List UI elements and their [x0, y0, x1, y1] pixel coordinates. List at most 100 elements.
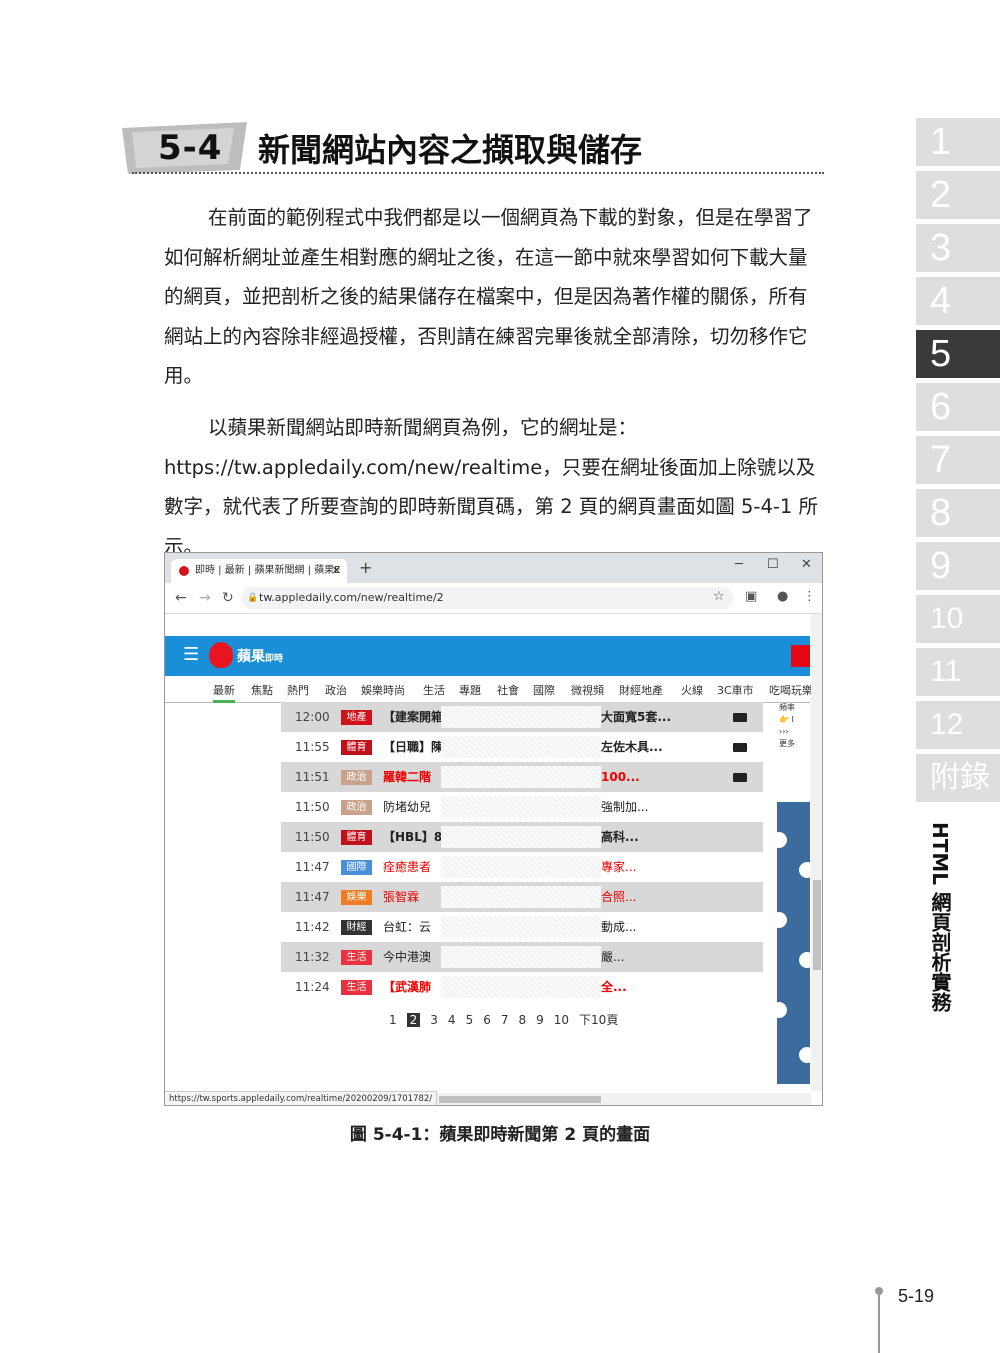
news-headline-end[interactable]: 大面寬5套...: [601, 702, 671, 732]
site-logo-text: 蘋果: [237, 649, 265, 665]
news-row[interactable]: 11:47 娛樂 張智霖 合照...: [281, 882, 763, 912]
hamburger-menu-icon[interactable]: ☰: [183, 644, 199, 665]
page-link[interactable]: 8: [518, 1013, 526, 1027]
new-tab-button[interactable]: +: [359, 558, 372, 577]
tab-close-icon[interactable]: ✕: [332, 559, 341, 583]
news-category-badge[interactable]: 財經: [341, 920, 372, 935]
right-sidebar-ad[interactable]: [771, 802, 815, 1084]
category-item[interactable]: 政治: [325, 682, 347, 698]
page-link[interactable]: 10: [554, 1013, 569, 1027]
news-category-badge[interactable]: 體育: [341, 830, 372, 845]
horizontal-scroll-thumb[interactable]: [439, 1096, 601, 1103]
vertical-scroll-thumb[interactable]: [813, 880, 821, 970]
page-link[interactable]: 下10頁: [579, 1011, 618, 1028]
blurred-text: [441, 826, 601, 848]
news-row[interactable]: 11:47 國際 痊癒患者 專家...: [281, 852, 763, 882]
vertical-scrollbar[interactable]: [811, 614, 822, 1091]
news-category-badge[interactable]: 生活: [341, 950, 372, 965]
news-row[interactable]: 11:50 體育 【HBL】8 高科...: [281, 822, 763, 852]
window-close-button[interactable]: ✕: [801, 557, 812, 572]
news-headline-end[interactable]: 專家...: [601, 852, 636, 882]
news-headline-start[interactable]: 【武漢肺: [383, 972, 431, 1002]
news-category-badge[interactable]: 地產: [341, 710, 372, 725]
url-field[interactable]: 🔒 tw.appledaily.com/new/realtime/2: [241, 587, 733, 609]
right-sidebar-text: 頻率 👉 I ››› 更多: [777, 702, 810, 750]
category-item[interactable]: 娛樂時尚: [361, 682, 405, 698]
category-item[interactable]: 3C車市: [717, 682, 754, 698]
page-link[interactable]: 4: [448, 1013, 456, 1027]
horizontal-scrollbar[interactable]: [437, 1093, 811, 1105]
page-link[interactable]: 1: [389, 1013, 397, 1027]
news-headline-start[interactable]: 羅韓二階: [383, 762, 431, 792]
category-item[interactable]: 焦點: [251, 682, 273, 698]
news-headline-end[interactable]: 100...: [601, 762, 640, 792]
browser-tab[interactable]: 即時 | 最新 | 蘋果新聞網 | 蘋果E ✕: [171, 559, 347, 583]
news-category-badge[interactable]: 娛樂: [341, 890, 372, 905]
page-link[interactable]: 3: [430, 1013, 438, 1027]
forward-arrow-icon[interactable]: →: [199, 590, 211, 606]
news-category-badge[interactable]: 生活: [341, 980, 372, 995]
book-title: HTML 網頁剖析實務: [928, 822, 952, 1012]
category-item[interactable]: 國際: [533, 682, 555, 698]
news-headline-end[interactable]: 合照...: [601, 882, 636, 912]
news-headline-start[interactable]: 防堵幼兒: [383, 792, 431, 822]
page-link[interactable]: 5: [466, 1013, 474, 1027]
sidebar-snippet[interactable]: 👉 I: [777, 714, 810, 726]
sidebar-snippet[interactable]: 頻率: [777, 702, 810, 714]
news-headline-end[interactable]: 嚴...: [601, 942, 624, 972]
news-row[interactable]: 11:50 政治 防堵幼兒 強制加...: [281, 792, 763, 822]
page-link[interactable]: 7: [501, 1013, 509, 1027]
news-row[interactable]: 11:55 體育 【日職】陳 左佐木具...: [281, 732, 763, 762]
news-headline-start[interactable]: 張智霖: [383, 882, 419, 912]
category-item[interactable]: 最新: [213, 682, 235, 703]
site-logo[interactable]: 蘋果即時: [237, 646, 283, 666]
news-headline-start[interactable]: 台虹：云: [383, 912, 431, 942]
category-item[interactable]: 微視頻: [571, 682, 604, 698]
category-item[interactable]: 社會: [497, 682, 519, 698]
sidebar-snippet[interactable]: 更多: [777, 738, 810, 750]
category-item[interactable]: 吃喝玩樂: [769, 682, 813, 698]
news-headline-start[interactable]: 今中港澳: [383, 942, 431, 972]
category-item[interactable]: 火線: [681, 682, 703, 698]
category-item[interactable]: 生活: [423, 682, 445, 698]
menu-kebab-icon[interactable]: ⋮: [803, 589, 816, 604]
news-headline-end[interactable]: 全...: [601, 972, 627, 1002]
news-headline-start[interactable]: 痊癒患者: [383, 852, 431, 882]
news-category-badge[interactable]: 政治: [341, 770, 372, 785]
news-headline-end[interactable]: 強制加...: [601, 792, 648, 822]
news-headline-end[interactable]: 動成...: [601, 912, 636, 942]
blurred-text: [441, 976, 601, 998]
news-row[interactable]: 11:42 財經 台虹：云 動成...: [281, 912, 763, 942]
apple-logo-icon[interactable]: [209, 642, 233, 668]
header-red-button[interactable]: [791, 645, 810, 667]
news-headline-end[interactable]: 左佐木具...: [601, 732, 663, 762]
back-arrow-icon[interactable]: ←: [175, 590, 187, 606]
minimize-button[interactable]: ─: [735, 557, 743, 572]
page-link[interactable]: 6: [483, 1013, 491, 1027]
category-item[interactable]: 熱門: [287, 682, 309, 698]
news-row[interactable]: 11:32 生活 今中港澳 嚴...: [281, 942, 763, 972]
browser-tab-bar: 即時 | 最新 | 蘋果新聞網 | 蘋果E ✕ + ─ ☐ ✕: [165, 553, 822, 583]
bookmark-star-icon[interactable]: ☆: [713, 589, 725, 604]
extension-icon[interactable]: ▣: [745, 589, 757, 604]
news-row[interactable]: 11:24 生活 【武漢肺 全...: [281, 972, 763, 1002]
blurred-text: [441, 856, 601, 878]
news-headline-start[interactable]: 【HBL】8: [383, 822, 442, 852]
news-row[interactable]: 12:00 地產 【建案開箱】 大面寬5套...: [281, 702, 763, 732]
sidebar-snippet[interactable]: ›››: [777, 726, 810, 738]
reload-icon[interactable]: ↻: [222, 590, 234, 606]
category-item[interactable]: 財經地產: [619, 682, 663, 698]
blurred-text: [441, 916, 601, 938]
news-headline-start[interactable]: 【日職】陳: [383, 732, 443, 762]
news-time: 11:50: [295, 800, 330, 814]
news-category-badge[interactable]: 國際: [341, 860, 372, 875]
news-headline-end[interactable]: 高科...: [601, 822, 639, 852]
page-link[interactable]: 2: [406, 1013, 421, 1027]
page-link[interactable]: 9: [536, 1013, 544, 1027]
news-category-badge[interactable]: 體育: [341, 740, 372, 755]
category-item[interactable]: 專題: [459, 682, 481, 698]
news-row[interactable]: 11:51 政治 羅韓二階 100...: [281, 762, 763, 792]
profile-icon[interactable]: ●: [777, 589, 788, 604]
maximize-button[interactable]: ☐: [767, 557, 779, 572]
news-category-badge[interactable]: 政治: [341, 800, 372, 815]
